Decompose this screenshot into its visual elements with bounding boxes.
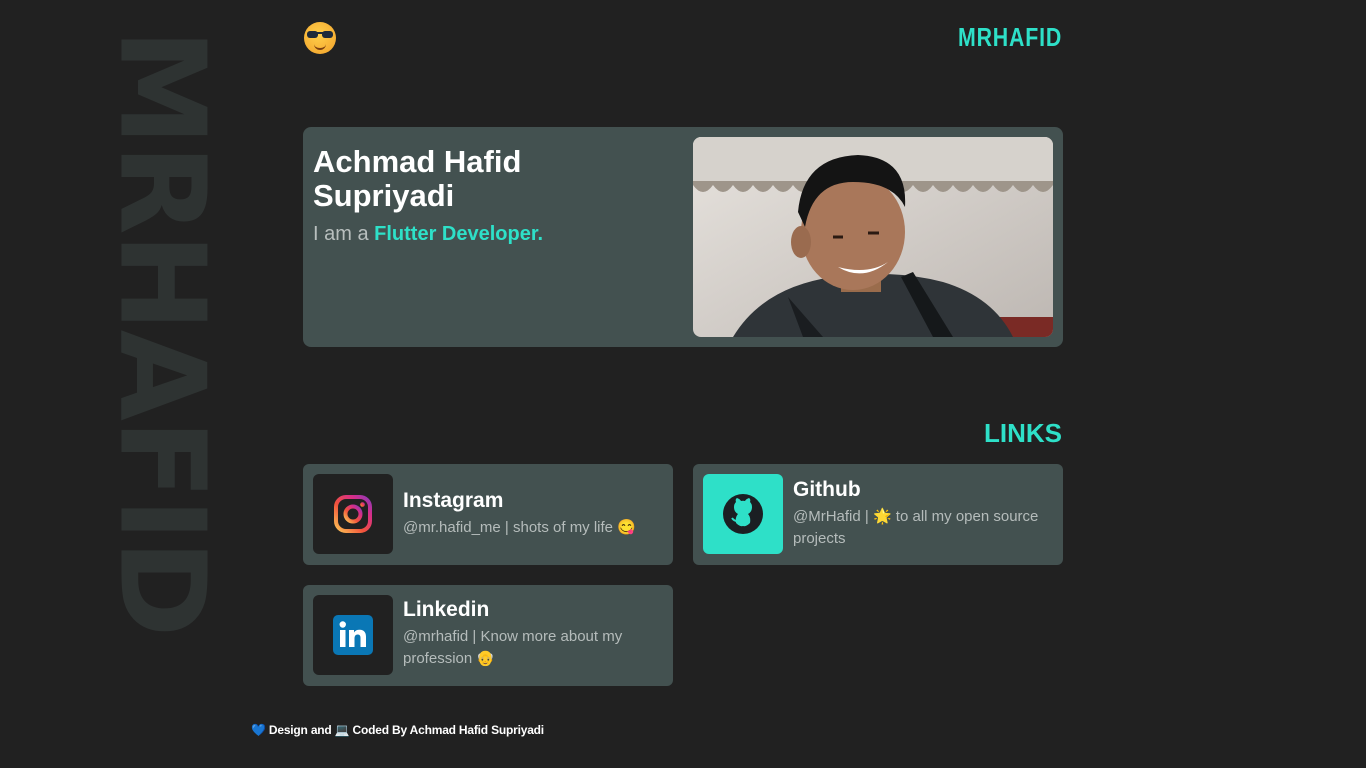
profile-photo <box>693 137 1053 337</box>
hero-role: I am a Flutter Developer. <box>313 223 543 246</box>
watermark: MRHAFID <box>93 29 231 636</box>
hero-role-highlight: Flutter Developer. <box>374 223 544 245</box>
sunglasses-emoji-icon[interactable] <box>304 22 336 54</box>
hero-card: Achmad Hafid Supriyadi I am a Flutter De… <box>303 127 1063 347</box>
linkedin-description: @mrhafid | Know more about my profession… <box>403 628 623 667</box>
github-title: Github <box>793 478 861 501</box>
instagram-icon-box <box>313 474 393 554</box>
github-link-card[interactable]: Github @MrHafid | 🌟 to all my open sourc… <box>693 464 1063 565</box>
linkedin-title: Linkedin <box>403 598 490 621</box>
linkedin-icon <box>333 615 373 655</box>
github-icon <box>723 494 763 534</box>
instagram-description: @mr.hafid_me | shots of my life 😋 <box>403 519 636 536</box>
github-icon-box <box>703 474 783 554</box>
instagram-title: Instagram <box>403 489 504 512</box>
instagram-link-card[interactable]: Instagram @mr.hafid_me | shots of my lif… <box>303 464 673 565</box>
footer-credit: 💙 Design and 💻 Coded By Achmad Hafid Sup… <box>251 723 544 737</box>
hero-role-prefix: I am a <box>313 223 369 245</box>
brand-logo[interactable]: MRHAFID <box>958 22 1062 53</box>
linkedin-link-card[interactable]: Linkedin @mrhafid | Know more about my p… <box>303 585 673 686</box>
watermark-text: MRHAFID <box>93 28 232 636</box>
instagram-icon <box>334 495 372 533</box>
github-description: @MrHafid | 🌟 to all my open source proje… <box>793 508 1039 547</box>
links-heading: LINKS <box>984 417 1062 448</box>
hero-name: Achmad Hafid Supriyadi <box>313 144 522 213</box>
page: MRHAFID MRHAFID Achmad Hafid Supriyadi I… <box>0 0 1366 768</box>
linkedin-icon-box <box>313 595 393 675</box>
